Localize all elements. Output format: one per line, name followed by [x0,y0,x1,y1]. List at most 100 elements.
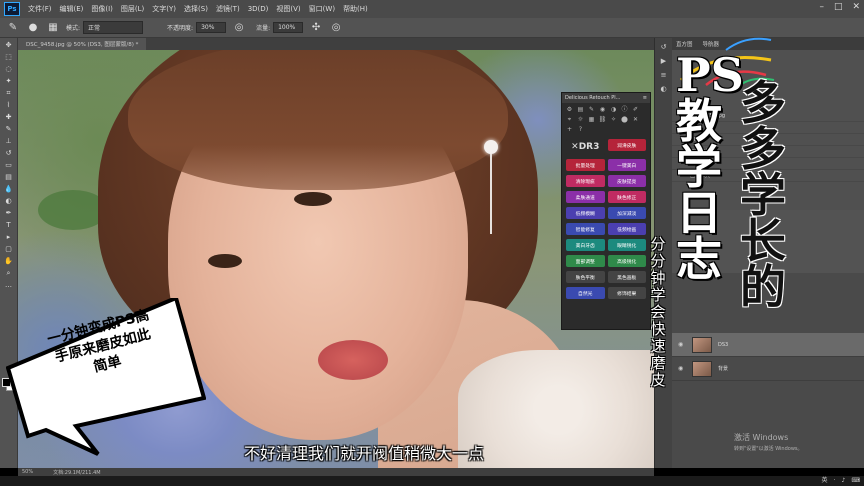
plugin-menu-icon[interactable]: ≡ [643,95,647,101]
help-icon[interactable]: ? [576,126,585,134]
pen-icon[interactable]: ✐ [631,106,640,114]
menu-layer[interactable]: 图层(L) [117,4,148,14]
brush-panel-icon[interactable]: ▦ [46,21,60,35]
visibility-eye-icon[interactable]: ◉ [678,341,686,348]
menu-window[interactable]: 窗口(W) [305,4,339,14]
volume-icon[interactable]: ♪ [841,476,845,486]
plugin-button[interactable]: 清除瑕疵 [566,175,605,187]
airbrush-icon[interactable]: ✣ [309,21,323,35]
grid-icon[interactable]: ▦ [587,116,596,124]
plugin-button[interactable]: 加深减淡 [607,207,646,219]
healing-brush-icon[interactable]: ✚ [3,112,15,122]
plugin-button[interactable]: 黑色画板 [607,271,646,283]
eye-icon[interactable]: ◉ [598,106,607,114]
dodge-tool-icon[interactable]: ◐ [3,196,15,206]
history-panel-icon[interactable]: ↺ [659,42,669,52]
star-icon[interactable]: ✧ [609,116,618,124]
plugin-button[interactable]: 批量处理 [566,159,605,171]
settings-icon[interactable]: ⚙ [565,106,574,114]
blur-tool-icon[interactable]: 💧 [3,184,15,194]
type-tool-icon[interactable]: T [3,220,15,230]
flow-input[interactable]: 100% [273,22,304,33]
menu-select[interactable]: 选择(S) [180,4,212,14]
pressure-opacity-icon[interactable]: ◎ [232,21,246,35]
caption-char: 会 [650,303,666,321]
visibility-eye-icon[interactable]: ◉ [678,365,686,372]
brush-icon[interactable]: ✎ [3,124,15,134]
sun-icon[interactable]: ☼ [576,116,585,124]
plugin-button[interactable]: 高级锐化 [607,255,646,267]
ime-indicator[interactable]: 英 [822,476,828,486]
plugin-button[interactable]: 智能修复 [566,223,605,235]
history-brush-icon[interactable]: ↺ [3,148,15,158]
layer-row[interactable]: ◉ 背景 [672,357,864,381]
adjustments-panel-icon[interactable]: ◐ [659,84,669,94]
brush-tool-icon[interactable]: ✎ [6,21,20,35]
eraser-icon[interactable]: ▭ [3,160,15,170]
minimize-icon[interactable]: – [819,2,824,12]
brush-preset-icon[interactable]: ● [26,21,40,35]
plugin-button[interactable]: 低频绘画 [607,223,646,235]
layer-row[interactable]: ◉ DS3 [672,333,864,357]
menu-edit[interactable]: 编辑(E) [56,4,88,14]
menu-type[interactable]: 文字(Y) [148,4,180,14]
plugin-button[interactable]: 低频模糊 [566,207,605,219]
plugin-button[interactable]: 一键美白 [607,159,646,171]
maximize-icon[interactable]: □ [834,2,843,12]
plus-icon[interactable]: + [565,126,574,134]
marquee-tool-icon[interactable]: ⬚ [3,52,15,62]
zoom-tool-icon[interactable]: ⌕ [3,268,15,278]
more-tools-icon[interactable]: … [3,280,15,290]
plugin-button[interactable]: 面部调整 [566,255,605,267]
magic-wand-icon[interactable]: ✦ [3,76,15,86]
link-icon[interactable]: ⛓ [598,116,607,124]
layer-thumbnail [692,336,712,353]
move-tool-icon[interactable]: ✥ [3,40,15,50]
menu-file[interactable]: 文件(F) [24,4,56,14]
plugin-button[interactable]: 肤色修正 [607,191,646,203]
eyedropper-icon[interactable]: ⌇ [3,100,15,110]
clone-stamp-icon[interactable]: ⊥ [3,136,15,146]
pin-icon[interactable]: ⌖ [565,116,574,124]
plugin-button[interactable]: 自然光 [566,287,605,299]
cross-icon[interactable]: ✕ [631,116,640,124]
keyboard-icon[interactable]: ⌨ [851,476,860,486]
menu-image[interactable]: 图像(I) [87,4,117,14]
brush-icon[interactable]: ✎ [587,106,596,114]
menu-view[interactable]: 视图(V) [272,4,304,14]
plugin-button[interactable]: 皮肤提亮 [607,175,646,187]
mask-icon[interactable]: ◑ [609,106,618,114]
caption-char: 钟 [650,269,666,287]
opacity-input[interactable]: 30% [196,22,227,33]
crop-tool-icon[interactable]: ⌗ [3,88,15,98]
photo-lace-collar [458,350,654,468]
actions-panel-icon[interactable]: ▶ [659,56,669,66]
windows-taskbar: 英 · ♪ ⌨ [0,476,864,486]
tray-dot-icon[interactable]: · [834,476,836,486]
close-icon[interactable]: ✕ [852,2,860,12]
lasso-tool-icon[interactable]: ◌ [3,64,15,74]
info-icon[interactable]: ⓘ [620,106,629,114]
hand-tool-icon[interactable]: ✋ [3,256,15,266]
menu-3d[interactable]: 3D(D) [244,5,273,13]
gradient-icon[interactable]: ▤ [3,172,15,182]
mode-select[interactable]: 正常 [83,21,144,34]
plugin-button[interactable]: 眼睛锐化 [607,239,646,251]
zoom-level[interactable]: 50% [22,469,33,475]
menu-filter[interactable]: 滤镜(T) [212,4,244,14]
path-selection-icon[interactable]: ▸ [3,232,15,242]
plugin-button[interactable]: 肤色平衡 [566,271,605,283]
opacity-control: 不透明度: 30% [167,22,227,33]
pen-tool-icon[interactable]: ✒ [3,208,15,218]
menu-help[interactable]: 帮助(H) [339,4,372,14]
plugin-button[interactable]: 柔肤通道 [566,191,605,203]
pressure-size-icon[interactable]: ◎ [329,21,343,35]
shape-tool-icon[interactable]: ▢ [3,244,15,254]
plugin-button[interactable]: 润滑皮肤 [607,139,646,151]
plugin-button[interactable]: 修饰结果 [607,287,646,299]
drop-icon[interactable]: ⬤ [620,116,629,124]
layers-icon[interactable]: ▤ [576,106,585,114]
plugin-button[interactable]: 美白牙齿 [566,239,605,251]
document-tab[interactable]: DSC_9458.jpg @ 50% (DS3, 图层蒙版/8) * [18,38,147,50]
properties-panel-icon[interactable]: ≡ [659,70,669,80]
